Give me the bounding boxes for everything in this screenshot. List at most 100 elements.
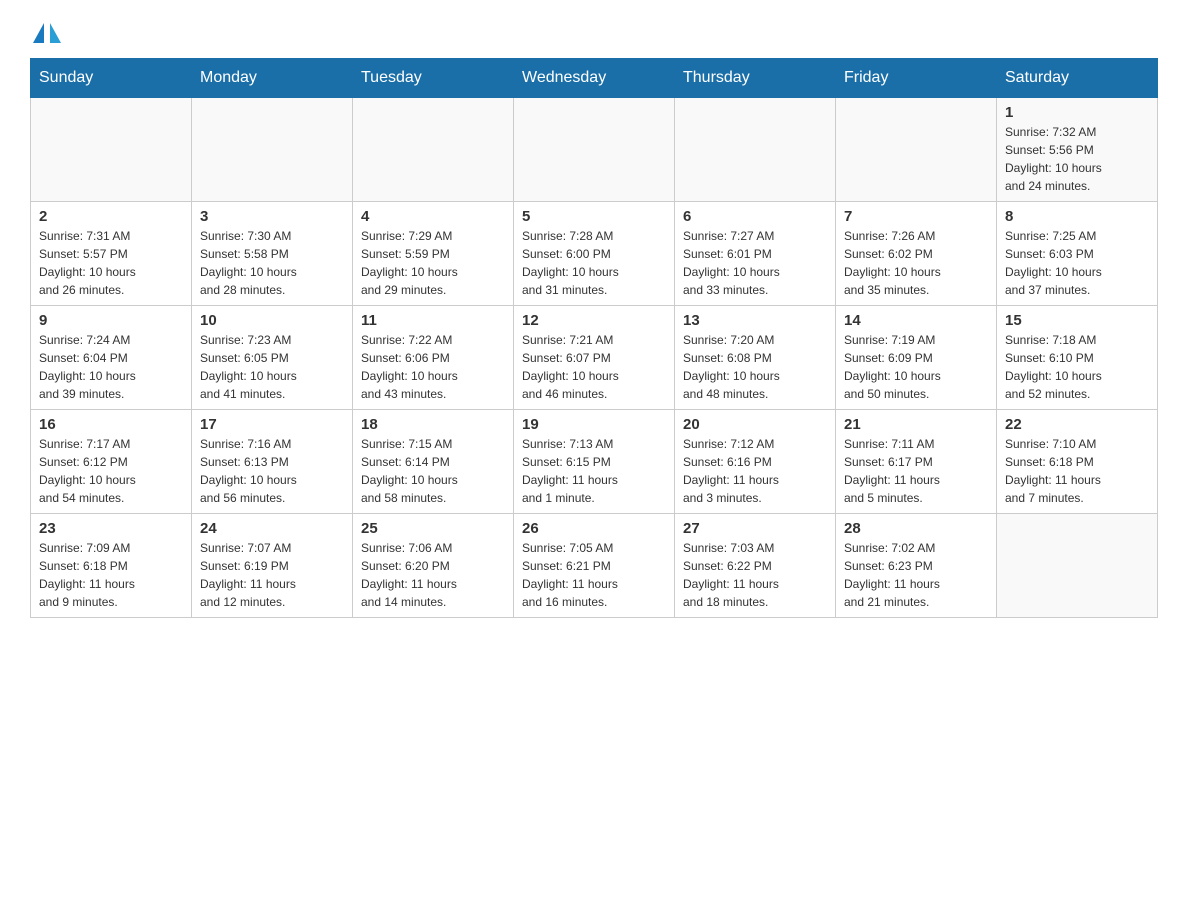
day-info: Sunrise: 7:15 AM Sunset: 6:14 PM Dayligh… bbox=[361, 435, 505, 507]
day-info: Sunrise: 7:24 AM Sunset: 6:04 PM Dayligh… bbox=[39, 331, 183, 403]
calendar-cell bbox=[836, 98, 997, 202]
day-info: Sunrise: 7:23 AM Sunset: 6:05 PM Dayligh… bbox=[200, 331, 344, 403]
calendar-cell: 24 Sunrise: 7:07 AM Sunset: 6:19 PM Dayli… bbox=[192, 514, 353, 618]
calendar-week-row: 9 Sunrise: 7:24 AM Sunset: 6:04 PM Daylig… bbox=[31, 306, 1158, 410]
day-number: 7 bbox=[844, 208, 988, 225]
day-number: 13 bbox=[683, 312, 827, 329]
day-info: Sunrise: 7:32 AM Sunset: 5:56 PM Dayligh… bbox=[1005, 123, 1149, 195]
calendar-week-row: 1 Sunrise: 7:32 AM Sunset: 5:56 PM Daylig… bbox=[31, 98, 1158, 202]
day-number: 17 bbox=[200, 416, 344, 433]
day-info: Sunrise: 7:26 AM Sunset: 6:02 PM Dayligh… bbox=[844, 227, 988, 299]
weekday-header-sunday: Sunday bbox=[31, 59, 192, 98]
day-number: 26 bbox=[522, 520, 666, 537]
day-number: 23 bbox=[39, 520, 183, 537]
day-info: Sunrise: 7:06 AM Sunset: 6:20 PM Dayligh… bbox=[361, 539, 505, 611]
calendar-cell bbox=[31, 98, 192, 202]
calendar-cell: 19Sunrise: 7:13 AM Sunset: 6:15 PM Dayli… bbox=[514, 410, 675, 514]
day-number: 9 bbox=[39, 312, 183, 329]
day-info: Sunrise: 7:02 AM Sunset: 6:23 PM Dayligh… bbox=[844, 539, 988, 611]
day-number: 3 bbox=[200, 208, 344, 225]
calendar-cell: 26 Sunrise: 7:05 AM Sunset: 6:21 PM Dayli… bbox=[514, 514, 675, 618]
weekday-header-row: SundayMondayTuesdayWednesdayThursdayFrid… bbox=[31, 59, 1158, 98]
day-number: 21 bbox=[844, 416, 988, 433]
calendar-cell: 12 Sunrise: 7:21 AM Sunset: 6:07 PM Dayli… bbox=[514, 306, 675, 410]
calendar-week-row: 2 Sunrise: 7:31 AM Sunset: 5:57 PM Daylig… bbox=[31, 202, 1158, 306]
calendar-cell: 16 Sunrise: 7:17 AM Sunset: 6:12 PM Dayli… bbox=[31, 410, 192, 514]
day-number: 20 bbox=[683, 416, 827, 433]
logo bbox=[30, 20, 61, 48]
day-info: Sunrise: 7:19 AM Sunset: 6:09 PM Dayligh… bbox=[844, 331, 988, 403]
day-info: Sunrise: 7:10 AM Sunset: 6:18 PM Dayligh… bbox=[1005, 435, 1149, 507]
calendar-cell: 21Sunrise: 7:11 AM Sunset: 6:17 PM Dayli… bbox=[836, 410, 997, 514]
weekday-header-thursday: Thursday bbox=[675, 59, 836, 98]
day-number: 11 bbox=[361, 312, 505, 329]
weekday-header-saturday: Saturday bbox=[997, 59, 1158, 98]
calendar-cell: 10 Sunrise: 7:23 AM Sunset: 6:05 PM Dayli… bbox=[192, 306, 353, 410]
day-info: Sunrise: 7:07 AM Sunset: 6:19 PM Dayligh… bbox=[200, 539, 344, 611]
day-info: Sunrise: 7:31 AM Sunset: 5:57 PM Dayligh… bbox=[39, 227, 183, 299]
calendar-cell: 11 Sunrise: 7:22 AM Sunset: 6:06 PM Dayli… bbox=[353, 306, 514, 410]
day-info: Sunrise: 7:29 AM Sunset: 5:59 PM Dayligh… bbox=[361, 227, 505, 299]
day-info: Sunrise: 7:20 AM Sunset: 6:08 PM Dayligh… bbox=[683, 331, 827, 403]
day-info: Sunrise: 7:27 AM Sunset: 6:01 PM Dayligh… bbox=[683, 227, 827, 299]
day-info: Sunrise: 7:09 AM Sunset: 6:18 PM Dayligh… bbox=[39, 539, 183, 611]
calendar-cell: 25 Sunrise: 7:06 AM Sunset: 6:20 PM Dayli… bbox=[353, 514, 514, 618]
calendar-cell: 20 Sunrise: 7:12 AM Sunset: 6:16 PM Dayli… bbox=[675, 410, 836, 514]
day-number: 14 bbox=[844, 312, 988, 329]
day-info: Sunrise: 7:25 AM Sunset: 6:03 PM Dayligh… bbox=[1005, 227, 1149, 299]
day-number: 22 bbox=[1005, 416, 1149, 433]
day-number: 27 bbox=[683, 520, 827, 537]
weekday-header-tuesday: Tuesday bbox=[353, 59, 514, 98]
calendar-cell: 22 Sunrise: 7:10 AM Sunset: 6:18 PM Dayli… bbox=[997, 410, 1158, 514]
calendar-cell bbox=[675, 98, 836, 202]
day-info: Sunrise: 7:21 AM Sunset: 6:07 PM Dayligh… bbox=[522, 331, 666, 403]
calendar-cell: 17 Sunrise: 7:16 AM Sunset: 6:13 PM Dayli… bbox=[192, 410, 353, 514]
day-number: 5 bbox=[522, 208, 666, 225]
calendar-cell: 6 Sunrise: 7:27 AM Sunset: 6:01 PM Daylig… bbox=[675, 202, 836, 306]
calendar-cell: 5 Sunrise: 7:28 AM Sunset: 6:00 PM Daylig… bbox=[514, 202, 675, 306]
day-number: 8 bbox=[1005, 208, 1149, 225]
day-number: 12 bbox=[522, 312, 666, 329]
day-number: 24 bbox=[200, 520, 344, 537]
calendar-cell bbox=[997, 514, 1158, 618]
page-header bbox=[30, 20, 1158, 48]
day-number: 18 bbox=[361, 416, 505, 433]
calendar-cell: 7 Sunrise: 7:26 AM Sunset: 6:02 PM Daylig… bbox=[836, 202, 997, 306]
calendar-cell: 13 Sunrise: 7:20 AM Sunset: 6:08 PM Dayli… bbox=[675, 306, 836, 410]
day-number: 28 bbox=[844, 520, 988, 537]
day-number: 16 bbox=[39, 416, 183, 433]
calendar-cell: 3 Sunrise: 7:30 AM Sunset: 5:58 PM Daylig… bbox=[192, 202, 353, 306]
day-info: Sunrise: 7:28 AM Sunset: 6:00 PM Dayligh… bbox=[522, 227, 666, 299]
calendar-cell: 28 Sunrise: 7:02 AM Sunset: 6:23 PM Dayli… bbox=[836, 514, 997, 618]
day-number: 1 bbox=[1005, 104, 1149, 121]
calendar-cell bbox=[192, 98, 353, 202]
day-number: 6 bbox=[683, 208, 827, 225]
day-info: Sunrise: 7:17 AM Sunset: 6:12 PM Dayligh… bbox=[39, 435, 183, 507]
calendar-cell: 27 Sunrise: 7:03 AM Sunset: 6:22 PM Dayli… bbox=[675, 514, 836, 618]
calendar-week-row: 16 Sunrise: 7:17 AM Sunset: 6:12 PM Dayli… bbox=[31, 410, 1158, 514]
day-info: Sunrise: 7:12 AM Sunset: 6:16 PM Dayligh… bbox=[683, 435, 827, 507]
day-info: Sunrise: 7:22 AM Sunset: 6:06 PM Dayligh… bbox=[361, 331, 505, 403]
calendar-cell: 4 Sunrise: 7:29 AM Sunset: 5:59 PM Daylig… bbox=[353, 202, 514, 306]
day-info: Sunrise: 7:05 AM Sunset: 6:21 PM Dayligh… bbox=[522, 539, 666, 611]
calendar-cell bbox=[353, 98, 514, 202]
day-info: Sunrise: 7:18 AM Sunset: 6:10 PM Dayligh… bbox=[1005, 331, 1149, 403]
calendar-cell: 9 Sunrise: 7:24 AM Sunset: 6:04 PM Daylig… bbox=[31, 306, 192, 410]
calendar-cell: 18 Sunrise: 7:15 AM Sunset: 6:14 PM Dayli… bbox=[353, 410, 514, 514]
day-info: Sunrise: 7:30 AM Sunset: 5:58 PM Dayligh… bbox=[200, 227, 344, 299]
day-number: 4 bbox=[361, 208, 505, 225]
day-info: Sunrise: 7:03 AM Sunset: 6:22 PM Dayligh… bbox=[683, 539, 827, 611]
calendar-cell: 15Sunrise: 7:18 AM Sunset: 6:10 PM Dayli… bbox=[997, 306, 1158, 410]
day-number: 25 bbox=[361, 520, 505, 537]
day-info: Sunrise: 7:16 AM Sunset: 6:13 PM Dayligh… bbox=[200, 435, 344, 507]
calendar-cell: 8 Sunrise: 7:25 AM Sunset: 6:03 PM Daylig… bbox=[997, 202, 1158, 306]
calendar-cell bbox=[514, 98, 675, 202]
calendar-cell: 23 Sunrise: 7:09 AM Sunset: 6:18 PM Dayli… bbox=[31, 514, 192, 618]
calendar-cell: 14 Sunrise: 7:19 AM Sunset: 6:09 PM Dayli… bbox=[836, 306, 997, 410]
day-number: 2 bbox=[39, 208, 183, 225]
weekday-header-monday: Monday bbox=[192, 59, 353, 98]
day-number: 10 bbox=[200, 312, 344, 329]
calendar-cell: 2 Sunrise: 7:31 AM Sunset: 5:57 PM Daylig… bbox=[31, 202, 192, 306]
calendar-table: SundayMondayTuesdayWednesdayThursdayFrid… bbox=[30, 58, 1158, 618]
day-number: 19 bbox=[522, 416, 666, 433]
